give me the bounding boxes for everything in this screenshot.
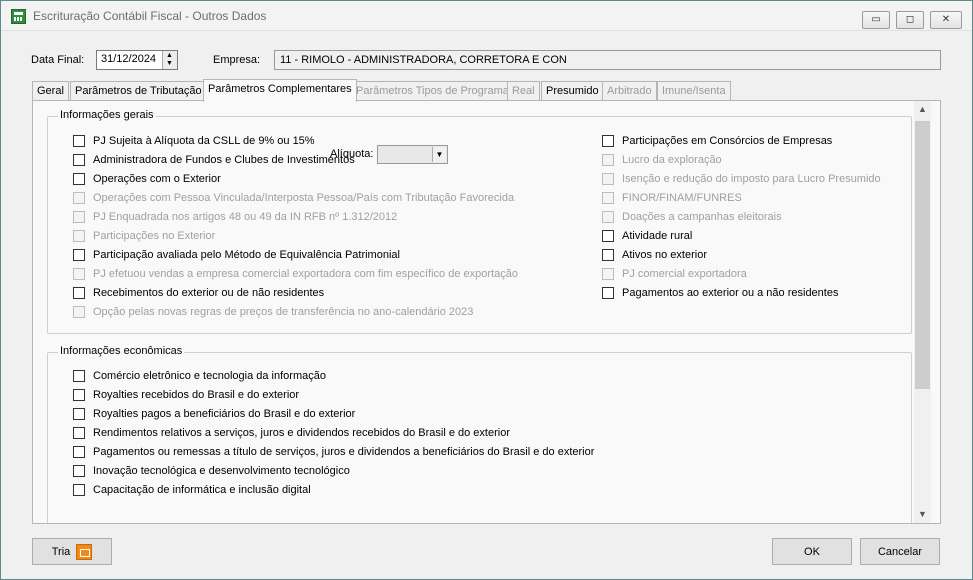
checkbox-box[interactable] bbox=[602, 230, 614, 242]
scroll-down-icon[interactable]: ▼ bbox=[914, 506, 931, 523]
minimize-button[interactable]: ▭ bbox=[862, 11, 890, 29]
date-spinner[interactable]: ▲ ▼ bbox=[162, 51, 177, 69]
tria-button[interactable]: Tria bbox=[32, 538, 112, 565]
tria-label: Tria bbox=[51, 545, 71, 558]
chk-royalties-recebidos[interactable]: Royalties recebidos do Brasil e do exter… bbox=[73, 388, 299, 402]
chk-ativos-exterior[interactable]: Ativos no exterior bbox=[602, 248, 707, 262]
title-bar[interactable]: Escrituração Contábil Fiscal - Outros Da… bbox=[1, 1, 972, 31]
spin-down-icon[interactable]: ▼ bbox=[166, 60, 173, 67]
window-title: Escrituração Contábil Fiscal - Outros Da… bbox=[33, 9, 267, 23]
chk-atividade-rural[interactable]: Atividade rural bbox=[602, 229, 692, 243]
tab-geral[interactable]: Geral bbox=[32, 81, 69, 101]
checkbox-box[interactable] bbox=[73, 408, 85, 420]
chk-administradora-fundos[interactable]: Administradora de Fundos e Clubes de Inv… bbox=[73, 153, 355, 167]
spin-up-icon[interactable]: ▲ bbox=[166, 52, 173, 59]
tab-real[interactable]: Real bbox=[507, 81, 540, 101]
ok-button[interactable]: OK bbox=[772, 538, 852, 565]
data-final-input[interactable]: 31/12/2024 ▲ ▼ bbox=[96, 50, 178, 70]
checkbox-box[interactable] bbox=[73, 484, 85, 496]
tab-parametros-tipos-programa[interactable]: Parâmetros Tipos de Programa bbox=[351, 81, 514, 101]
chk-operacoes-exterior[interactable]: Operações com o Exterior bbox=[73, 172, 221, 186]
checkbox-box bbox=[602, 173, 614, 185]
group-informacoes-gerais: Informações gerais PJ Sujeita à Alíquota… bbox=[47, 109, 912, 334]
close-button[interactable]: ✕ bbox=[930, 11, 962, 29]
app-spreadsheet-icon bbox=[11, 9, 26, 24]
checkbox-box bbox=[73, 192, 85, 204]
checkbox-box[interactable] bbox=[602, 287, 614, 299]
checkbox-box[interactable] bbox=[73, 135, 85, 147]
checkbox-box[interactable] bbox=[73, 427, 85, 439]
checkbox-box[interactable] bbox=[73, 389, 85, 401]
chk-comercio-eletronico[interactable]: Comércio eletrônico e tecnologia da info… bbox=[73, 369, 326, 383]
chk-pagamentos-remessas[interactable]: Pagamentos ou remessas a título de servi… bbox=[73, 445, 594, 459]
group-title-informacoes-gerais: Informações gerais bbox=[58, 109, 156, 121]
checkbox-box[interactable] bbox=[602, 135, 614, 147]
checkbox-box bbox=[73, 211, 85, 223]
cancelar-button[interactable]: Cancelar bbox=[860, 538, 940, 565]
chk-participacao-equivalencia[interactable]: Participação avaliada pelo Método de Equ… bbox=[73, 248, 400, 262]
chk-doacoes-campanhas: Doações a campanhas eleitorais bbox=[602, 210, 782, 224]
checkbox-box[interactable] bbox=[602, 249, 614, 261]
checkbox-box[interactable] bbox=[73, 173, 85, 185]
chk-participacoes-exterior: Participações no Exterior bbox=[73, 229, 215, 243]
scroll-thumb[interactable] bbox=[915, 121, 930, 389]
chk-lucro-exploracao: Lucro da exploração bbox=[602, 153, 722, 167]
scroll-content: Informações gerais PJ Sujeita à Alíquota… bbox=[33, 101, 913, 523]
chk-pj-comercial-exportadora: PJ comercial exportadora bbox=[602, 267, 747, 281]
checkbox-box bbox=[73, 306, 85, 318]
tab-panel-parametros-complementares: Informações gerais PJ Sujeita à Alíquota… bbox=[32, 100, 941, 524]
checkbox-box bbox=[602, 192, 614, 204]
chk-pj-sujeita-aliquota-csll[interactable]: PJ Sujeita à Alíquota da CSLL de 9% ou 1… bbox=[73, 134, 315, 148]
chk-royalties-pagos[interactable]: Royalties pagos a beneficiários do Brasi… bbox=[73, 407, 355, 421]
group-title-informacoes-economicas: Informações econômicas bbox=[58, 345, 185, 357]
checkbox-box[interactable] bbox=[73, 446, 85, 458]
chk-recebimentos-exterior[interactable]: Recebimentos do exterior ou de não resid… bbox=[73, 286, 324, 300]
chk-inovacao-tecnologica[interactable]: Inovação tecnológica e desenvolvimento t… bbox=[73, 464, 350, 478]
checkbox-box[interactable] bbox=[73, 287, 85, 299]
tab-parametros-tributacao[interactable]: Parâmetros de Tributação bbox=[70, 81, 207, 101]
chk-rendimentos-servicos[interactable]: Rendimentos relativos a serviços, juros … bbox=[73, 426, 510, 440]
tria-icon bbox=[76, 543, 93, 560]
checkbox-box[interactable] bbox=[73, 154, 85, 166]
tab-presumido[interactable]: Presumido bbox=[541, 81, 604, 101]
checkbox-box[interactable] bbox=[73, 465, 85, 477]
chk-isencao-reducao-imposto: Isenção e redução do imposto para Lucro … bbox=[602, 172, 881, 186]
checkbox-box[interactable] bbox=[73, 370, 85, 382]
vertical-scrollbar[interactable]: ▲ ▼ bbox=[914, 101, 931, 523]
tab-imune-isenta[interactable]: Imune/Isenta bbox=[657, 81, 731, 101]
aliquota-select[interactable]: ▼ bbox=[377, 145, 448, 164]
empresa-field: 11 - RIMOLO - ADMINISTRADORA, CORRETORA … bbox=[274, 50, 941, 70]
data-final-label: Data Final: bbox=[31, 54, 85, 66]
checkbox-box bbox=[602, 211, 614, 223]
tab-parametros-complementares[interactable]: Parâmetros Complementares bbox=[203, 79, 357, 102]
chk-pj-vendas-exportadora: PJ efetuou vendas a empresa comercial ex… bbox=[73, 267, 518, 281]
checkbox-box bbox=[73, 268, 85, 280]
chk-pj-enquadrada-artigos: PJ Enquadrada nos artigos 48 ou 49 da IN… bbox=[73, 210, 397, 224]
chk-finor-finam-funres: FINOR/FINAM/FUNRES bbox=[602, 191, 742, 205]
checkbox-box bbox=[73, 230, 85, 242]
group-informacoes-economicas: Informações econômicas Comércio eletrôni… bbox=[47, 345, 912, 523]
checkbox-box[interactable] bbox=[73, 249, 85, 261]
empresa-label: Empresa: bbox=[213, 54, 261, 66]
checkbox-box bbox=[602, 268, 614, 280]
chk-capacitacao-informatica[interactable]: Capacitação de informática e inclusão di… bbox=[73, 483, 311, 497]
maximize-button[interactable]: ◻ bbox=[896, 11, 924, 29]
data-final-value: 31/12/2024 bbox=[101, 53, 157, 65]
chk-operacoes-pessoa-vinculada: Operações com Pessoa Vinculada/Interpost… bbox=[73, 191, 514, 205]
scroll-up-icon[interactable]: ▲ bbox=[914, 101, 931, 118]
chk-pagamentos-exterior[interactable]: Pagamentos ao exterior ou a não resident… bbox=[602, 286, 838, 300]
checkbox-box bbox=[602, 154, 614, 166]
chk-participacoes-consorcios[interactable]: Participações em Consórcios de Empresas bbox=[602, 134, 832, 148]
tab-arbitrado[interactable]: Arbitrado bbox=[602, 81, 657, 101]
chk-opcao-novas-regras-precos: Opção pelas novas regras de preços de tr… bbox=[73, 305, 473, 319]
main-window: Escrituração Contábil Fiscal - Outros Da… bbox=[0, 0, 973, 580]
dropdown-arrow-icon[interactable]: ▼ bbox=[432, 147, 446, 162]
